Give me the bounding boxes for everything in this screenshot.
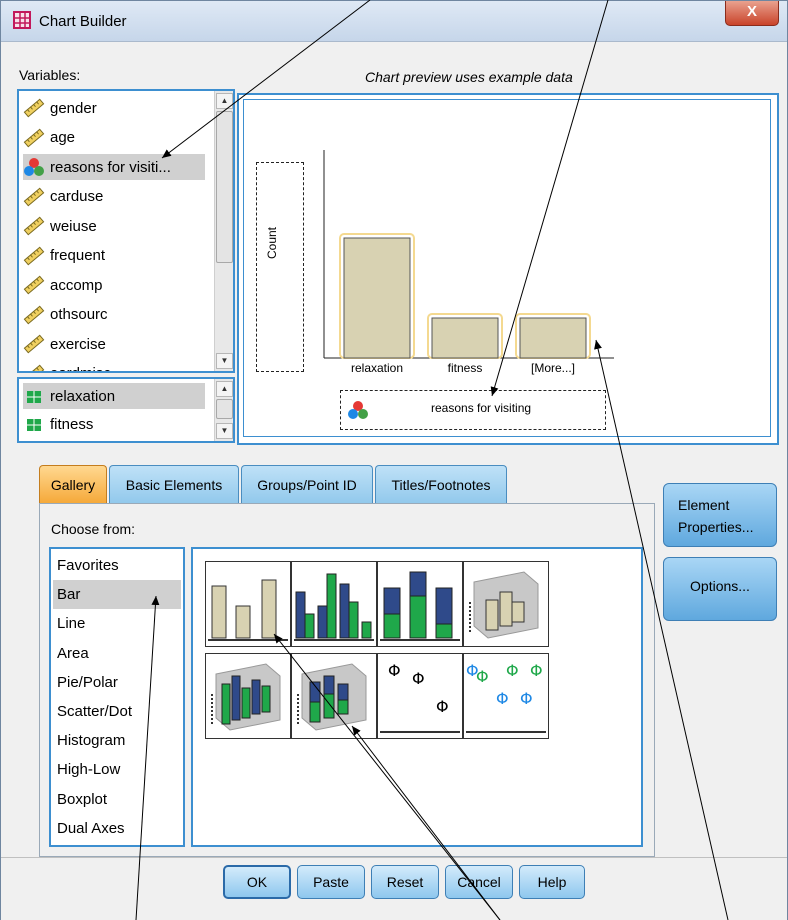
annotation-arrows [135,0,729,920]
annotation-arrow [594,339,729,920]
annotation-arrow [273,633,501,920]
annotation-arrow [351,725,501,920]
annotation-arrow [161,0,371,159]
annotation-arrow [135,595,160,920]
annotation-arrow [490,0,609,397]
